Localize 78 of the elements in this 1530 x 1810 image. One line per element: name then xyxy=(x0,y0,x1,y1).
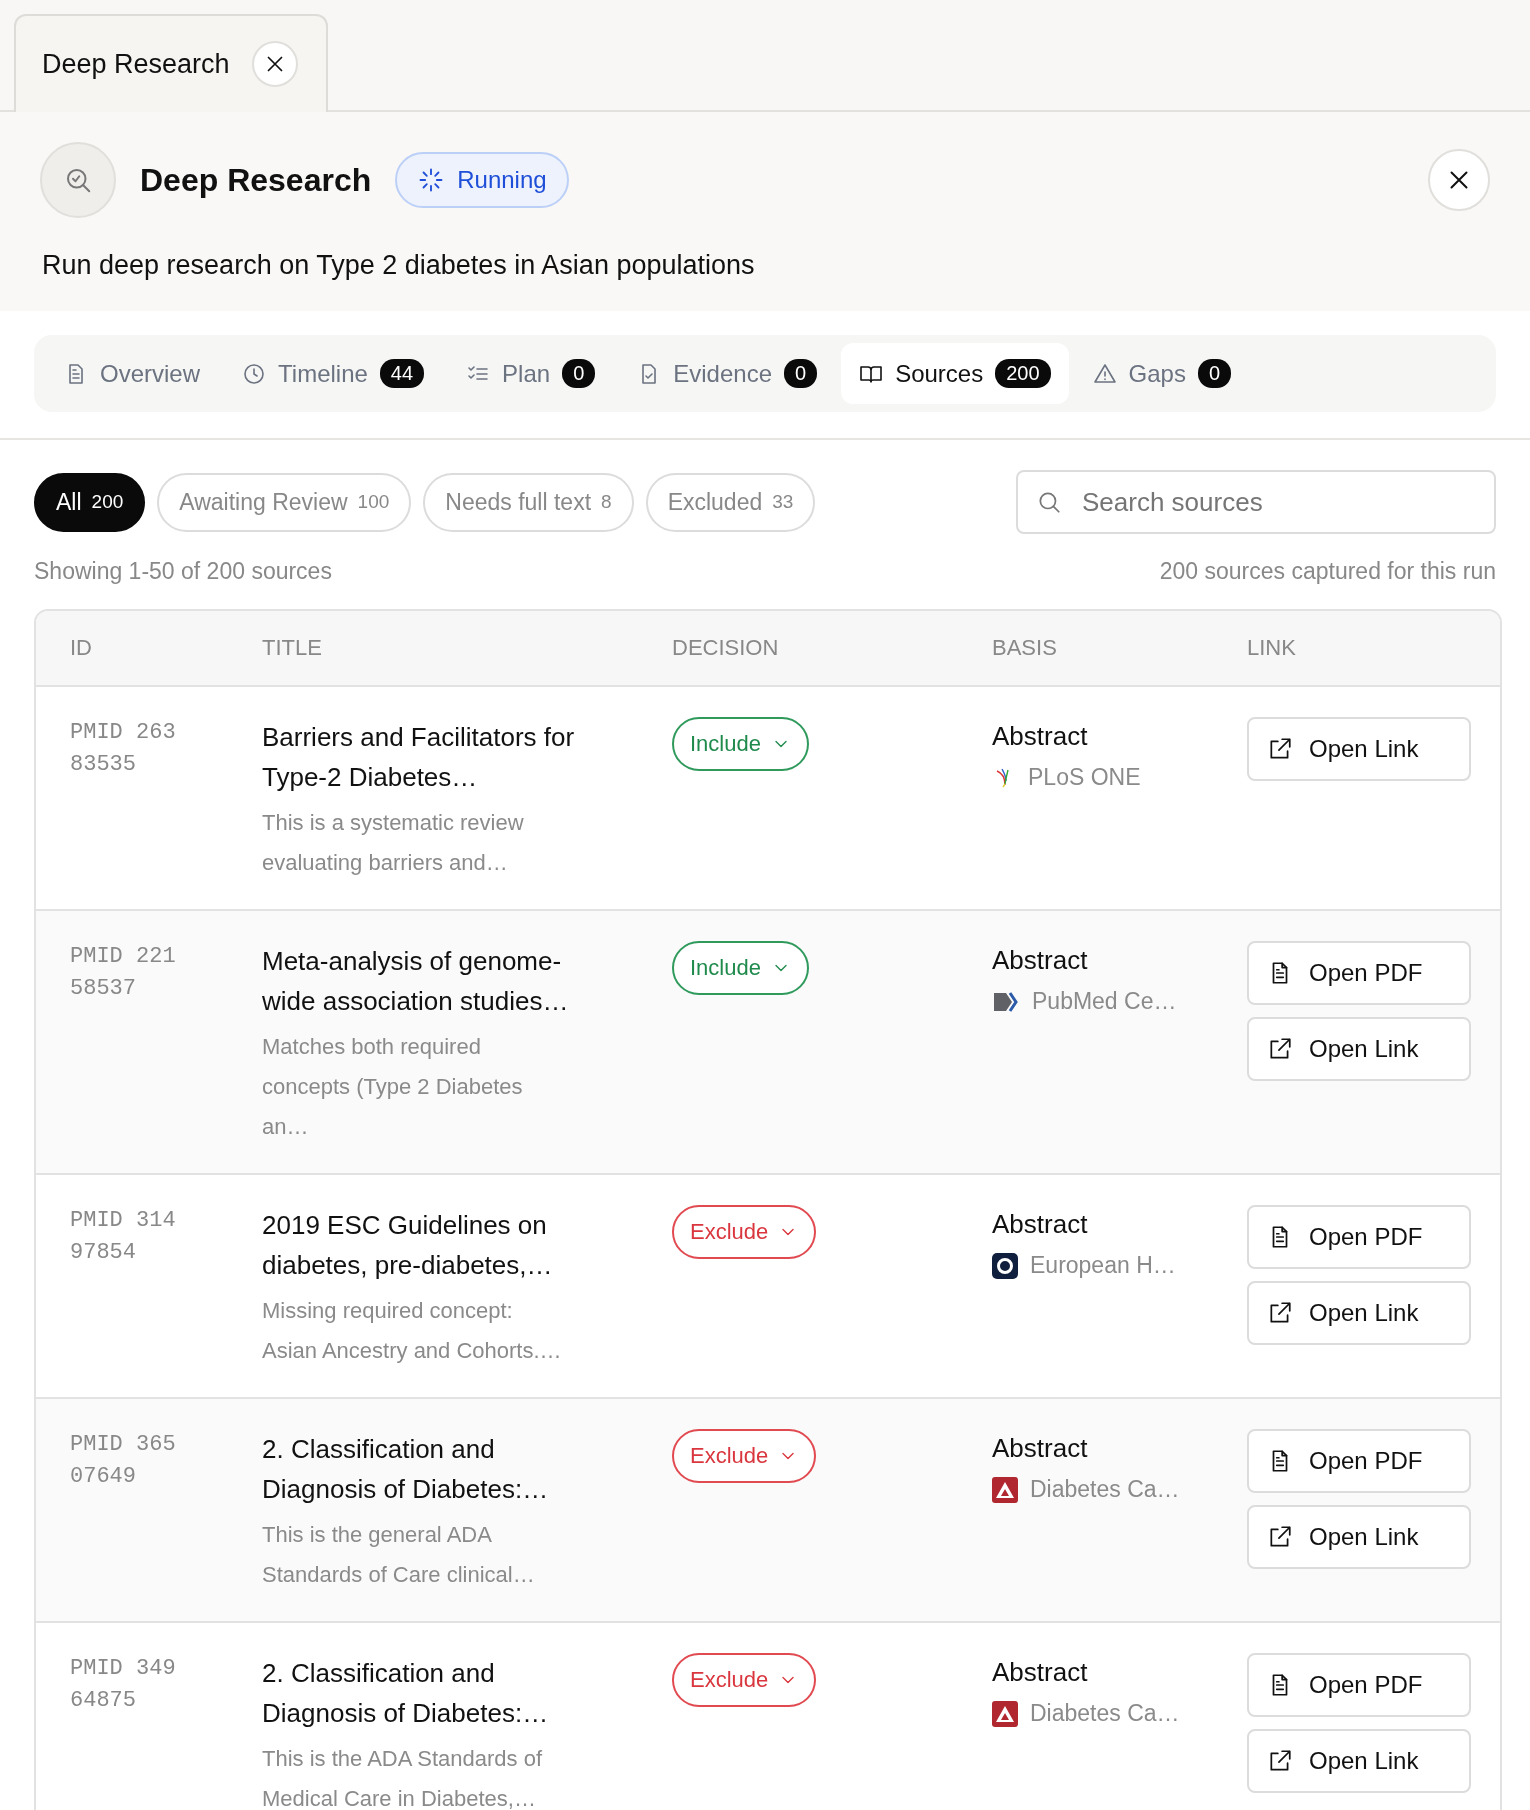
filter-chip[interactable]: All 200 xyxy=(34,472,146,532)
decision-dropdown[interactable]: Exclude xyxy=(672,1205,817,1259)
count-badge: 0 xyxy=(1197,359,1232,388)
window-tab-title: Deep Research xyxy=(42,48,230,80)
tab[interactable]: Plan 0 xyxy=(448,343,614,404)
basis-text: Abstract xyxy=(992,720,1089,752)
external-link-icon xyxy=(1267,1300,1293,1326)
open-link-button[interactable]: Open Link xyxy=(1247,1505,1471,1569)
external-link-icon xyxy=(1267,1748,1293,1774)
warning-icon xyxy=(1092,361,1117,386)
clock-icon xyxy=(242,361,267,386)
panel-title: Deep Research xyxy=(140,161,372,199)
open-link-button[interactable]: Open Link xyxy=(1247,717,1471,781)
filter-chip[interactable]: Excluded 33 xyxy=(645,472,816,532)
source-id: PMID 31497854 xyxy=(70,1207,177,1267)
journal-name: Diabetes Ca… xyxy=(1030,1476,1180,1503)
count-badge: 44 xyxy=(379,359,425,388)
decision-dropdown[interactable]: Include xyxy=(672,717,809,771)
open-pdf-button[interactable]: Open PDF xyxy=(1247,941,1471,1005)
search-field[interactable]: Search sources xyxy=(1016,470,1496,534)
ring-logo-icon xyxy=(992,1252,1018,1279)
external-link-icon xyxy=(1267,1036,1293,1062)
source-summary: Missing required concept: Asian Ancestry and Cohorts.… xyxy=(262,1297,562,1365)
journal-name: PubMed Ce… xyxy=(1032,988,1177,1015)
basis-text: Abstract xyxy=(992,1656,1089,1688)
column-header: ID xyxy=(69,634,93,662)
source-title: Barriers and Facilitators for Type-2 Diabetes… xyxy=(262,721,576,794)
open-link-button[interactable]: Open Link xyxy=(1247,1281,1471,1345)
decision-dropdown[interactable]: Include xyxy=(672,941,809,995)
research-description: Run deep research on Type 2 diabetes in Asian populations xyxy=(41,250,756,281)
journal-name: European H… xyxy=(1030,1252,1176,1279)
source-id: PMID 34964875 xyxy=(70,1655,177,1715)
source-title: Meta-analysis of genome-wide association studies… xyxy=(262,945,570,1018)
column-header: LINK xyxy=(1246,634,1297,662)
source-summary: This is the general ADA Standards of Care clinical… xyxy=(262,1521,536,1589)
decision-dropdown[interactable]: Exclude xyxy=(672,1429,817,1483)
status-badge: Running xyxy=(395,152,569,208)
close-tab-button[interactable] xyxy=(251,41,298,87)
column-header: TITLE xyxy=(261,634,323,662)
tab[interactable]: Evidence 0 xyxy=(619,343,836,404)
triangle-logo-icon xyxy=(992,1700,1018,1727)
source-id: PMID 26383535 xyxy=(70,719,177,779)
source-title: 2. Classification and Diagnosis of Diabetes:… xyxy=(262,1657,550,1730)
showing-count: Showing 1-50 of 200 sources xyxy=(34,558,332,585)
tab[interactable]: Sources 200 xyxy=(841,343,1069,404)
filter-chip[interactable]: Awaiting Review 100 xyxy=(157,472,412,532)
source-summary: Matches both required concepts (Type 2 Diabetes an… xyxy=(262,1033,524,1141)
source-id: PMID 36507649 xyxy=(70,1431,177,1491)
open-link-button[interactable]: Open Link xyxy=(1247,1729,1471,1793)
basis-text: Abstract xyxy=(992,1208,1089,1240)
open-pdf-button[interactable]: Open PDF xyxy=(1247,1429,1471,1493)
column-header: DECISION xyxy=(671,634,780,662)
external-link-icon xyxy=(1267,1524,1293,1550)
source-summary: This is a systematic review evaluating barriers and… xyxy=(262,809,525,877)
journal-name: PLoS ONE xyxy=(1028,764,1141,791)
open-pdf-button[interactable]: Open PDF xyxy=(1247,1205,1471,1269)
count-badge: 200 xyxy=(995,359,1051,388)
column-header: BASIS xyxy=(991,634,1058,662)
captured-count: 200 sources captured for this run xyxy=(1159,558,1496,585)
filter-chip[interactable]: Needs full text 8 xyxy=(423,472,634,532)
external-link-icon xyxy=(1267,736,1293,762)
source-summary: This is the ADA Standards of Medical Care in Diabetes,… xyxy=(262,1745,544,1810)
open-link-button[interactable]: Open Link xyxy=(1247,1017,1471,1081)
source-title: 2019 ESC Guidelines on diabetes, pre-diabetes,… xyxy=(262,1209,554,1282)
count-badge: 0 xyxy=(562,359,596,388)
open-pdf-button[interactable]: Open PDF xyxy=(1247,1653,1471,1717)
basis-text: Abstract xyxy=(992,1432,1089,1464)
journal-name: Diabetes Ca… xyxy=(1030,1700,1180,1727)
tab[interactable]: Gaps 0 xyxy=(1074,343,1250,404)
decision-dropdown[interactable]: Exclude xyxy=(672,1653,817,1707)
count-badge: 0 xyxy=(784,359,818,388)
triangle-logo-icon xyxy=(992,1476,1018,1503)
source-title: 2. Classification and Diagnosis of Diabetes:… xyxy=(262,1433,550,1506)
tab[interactable]: Overview xyxy=(46,343,219,404)
source-id: PMID 22158537 xyxy=(70,943,177,1003)
window-tab[interactable]: Deep Research xyxy=(14,14,328,112)
basis-text: Abstract xyxy=(992,944,1089,976)
tab[interactable]: Timeline 44 xyxy=(224,343,443,404)
